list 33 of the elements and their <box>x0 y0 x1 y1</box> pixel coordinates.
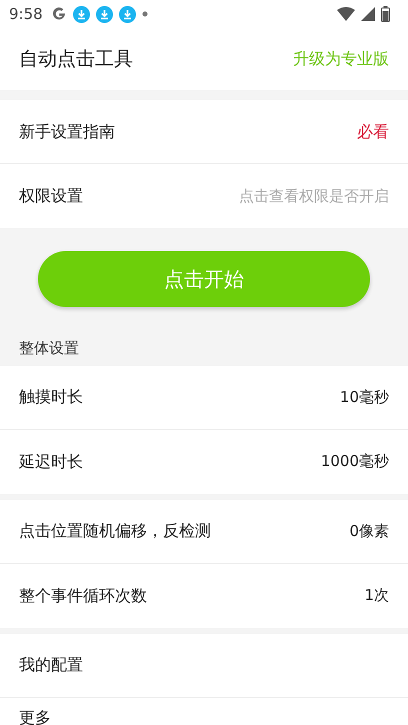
google-icon <box>50 6 67 22</box>
settings-row[interactable]: 我的配置 <box>0 634 408 698</box>
row-value: 1000毫秒 <box>320 451 389 472</box>
settings-row[interactable]: 触摸时长 10毫秒 <box>0 366 408 430</box>
settings-row[interactable]: 整个事件循环次数 1次 <box>0 564 408 628</box>
app-title: 自动点击工具 <box>19 46 133 72</box>
row-value: 1次 <box>364 585 389 606</box>
download-icon <box>96 6 113 22</box>
row-label: 我的配置 <box>19 654 83 676</box>
clock-time: 9:58 <box>9 4 43 25</box>
settings-row[interactable]: 更多 <box>0 698 408 725</box>
row-label: 整个事件循环次数 <box>19 584 147 606</box>
download-icon <box>72 6 90 22</box>
settings-row[interactable]: 延迟时长 1000毫秒 <box>0 430 408 494</box>
download-icon <box>118 6 136 22</box>
row-label: 延迟时长 <box>19 450 83 472</box>
row-label: 权限设置 <box>19 185 83 207</box>
settings-row[interactable]: 新手设置指南 必看 <box>0 100 408 164</box>
section-heading: 整体设置 <box>19 339 79 357</box>
row-value: 点击查看权限是否开启 <box>239 186 389 207</box>
row-label: 触摸时长 <box>19 386 83 408</box>
row-value: 0像素 <box>349 520 389 542</box>
row-label: 点击位置随机偏移，反检测 <box>19 520 211 542</box>
row-value: 必看 <box>357 120 389 142</box>
row-label: 新手设置指南 <box>19 120 115 142</box>
settings-row[interactable]: 点击位置随机偏移，反检测 0像素 <box>0 500 408 564</box>
row-value: 10毫秒 <box>340 386 389 408</box>
wifi-icon <box>337 7 355 21</box>
battery-icon <box>381 6 390 22</box>
row-label: 更多 <box>19 706 51 725</box>
notification-dot-icon <box>142 11 148 17</box>
signal-icon <box>361 7 375 21</box>
settings-row[interactable]: 权限设置 点击查看权限是否开启 <box>0 164 408 228</box>
